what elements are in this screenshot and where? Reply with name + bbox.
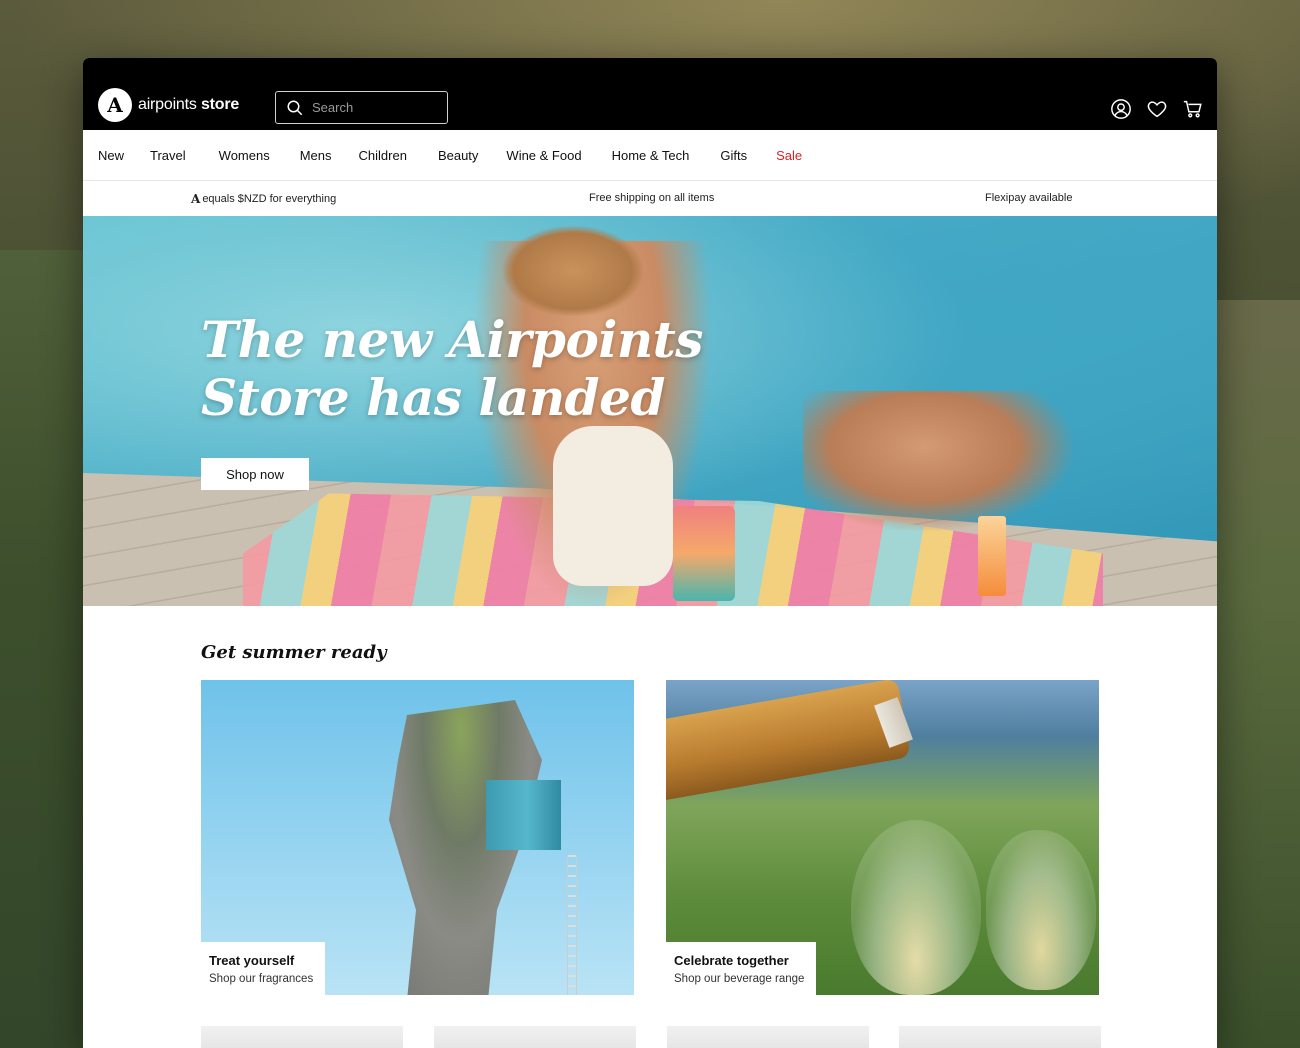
hero-banner: The new Airpoints Store has landed Shop …: [83, 216, 1217, 606]
nav-item-gifts[interactable]: Gifts: [720, 148, 747, 163]
product-thumbnails-row: [201, 1026, 1101, 1048]
card-label: Treat yourself Shop our fragrances: [201, 942, 326, 995]
nav-item-mens[interactable]: Mens: [300, 148, 332, 163]
card-image-ladder: [567, 855, 577, 995]
card-image-bottle: [666, 680, 911, 802]
card-label: Celebrate together Shop our beverage ran…: [666, 942, 817, 995]
user-icon[interactable]: [1110, 98, 1132, 120]
airpoints-store-logo[interactable]: A airpoints store: [98, 88, 239, 122]
card-subtitle[interactable]: Shop our fragrances: [209, 973, 313, 985]
search-input[interactable]: [312, 100, 442, 115]
points-info: A equals $NZD for everything: [191, 192, 336, 206]
promo-card-beverages[interactable]: Celebrate together Shop our beverage ran…: [666, 680, 1099, 995]
card-image-glass-left: [851, 820, 981, 995]
nav-item-home-tech[interactable]: Home & Tech: [612, 148, 690, 163]
shipping-info: Free shipping on all items: [589, 192, 715, 204]
section-title: Get summer ready: [201, 642, 387, 663]
browser-window: A airpoints store Search New Travel Wome…: [83, 58, 1217, 1048]
airpoints-dollar-icon: A: [191, 192, 201, 206]
promo-card-fragrances[interactable]: Treat yourself Shop our fragrances: [201, 680, 634, 995]
hero-headline: The new Airpoints Store has landed: [201, 311, 761, 427]
main-navigation: New Travel Womens Mens Children Beauty W…: [83, 130, 1217, 181]
search-box[interactable]: [275, 91, 448, 124]
card-title: Treat yourself: [209, 953, 295, 968]
cart-icon[interactable]: [1182, 98, 1204, 120]
hero-image-man: [803, 391, 1073, 531]
header-actions: [1110, 98, 1204, 120]
hero-headline-line1: The new Airpoints: [201, 310, 703, 369]
nav-item-beauty[interactable]: Beauty: [438, 148, 478, 163]
nav-item-wine-food[interactable]: Wine & Food: [506, 148, 581, 163]
hero-image-speaker: [673, 506, 735, 601]
product-thumbnail[interactable]: [434, 1026, 636, 1048]
search-icon[interactable]: [286, 99, 304, 117]
logo-wordmark: airpoints store: [138, 96, 239, 114]
card-image-glass-right: [986, 830, 1096, 990]
background-mountain-right: [1210, 300, 1300, 1048]
shop-now-button[interactable]: Shop now: [201, 458, 309, 490]
hero-image-swimsuit: [553, 426, 673, 586]
flexipay-info: Flexipay available: [985, 192, 1073, 204]
product-thumbnail[interactable]: [667, 1026, 869, 1048]
hero-image-drink: [978, 516, 1006, 596]
heart-icon[interactable]: [1146, 98, 1168, 120]
card-subtitle[interactable]: Shop our beverage range: [674, 973, 804, 985]
logo-wordmark-light: airpoints: [138, 96, 197, 113]
nav-item-children[interactable]: Children: [359, 148, 407, 163]
logo-wordmark-bold: store: [200, 96, 240, 113]
product-thumbnail[interactable]: [899, 1026, 1101, 1048]
card-image-box: [486, 780, 561, 850]
background-mountain-left: [0, 250, 90, 1048]
nav-item-travel[interactable]: Travel: [150, 148, 186, 163]
product-thumbnail[interactable]: [201, 1026, 403, 1048]
hero-headline-line2: Store has landed: [201, 368, 665, 427]
nav-item-womens[interactable]: Womens: [219, 148, 270, 163]
hero-image-hat: [503, 226, 643, 316]
nav-item-new[interactable]: New: [98, 148, 124, 163]
card-title: Celebrate together: [674, 953, 789, 968]
nav-item-sale[interactable]: Sale: [776, 148, 802, 163]
points-info-text: equals $NZD for everything: [202, 193, 337, 205]
airpoints-logo-badge: A: [98, 88, 132, 122]
top-bar: A airpoints store: [83, 58, 1217, 130]
benefits-bar: A equals $NZD for everything Free shippi…: [83, 181, 1217, 216]
